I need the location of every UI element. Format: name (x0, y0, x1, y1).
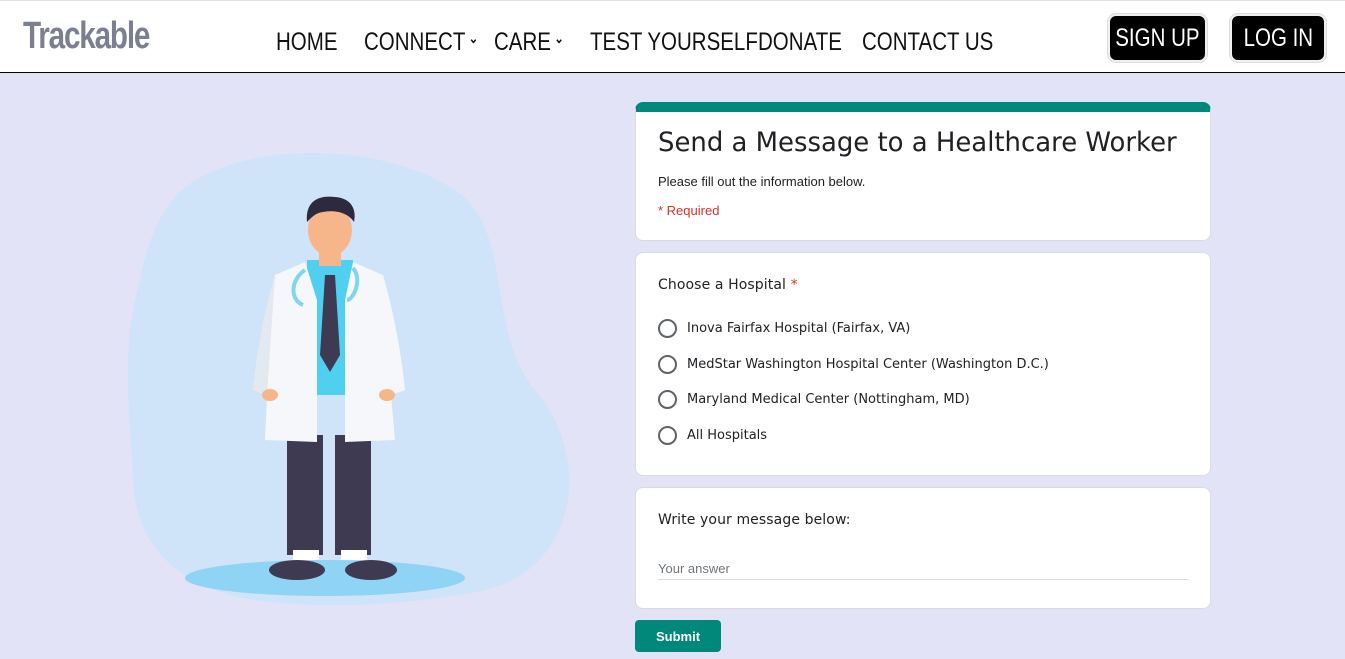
top-navbar: Trackable HOME CONNECT ⌄ CARE ⌄ TEST YOURS… (0, 0, 1345, 73)
hospital-option[interactable]: MedStar Washington Hospital Center (Wash… (658, 355, 1049, 374)
hospital-question-label: Choose a Hospital * (658, 277, 798, 293)
required-star: * (790, 277, 798, 293)
hospital-option[interactable]: Inova Fairfax Hospital (Fairfax, VA) (658, 319, 910, 338)
form-title: Send a Message to a Healthcare Worker (658, 127, 1177, 158)
hospital-option-label: Inova Fairfax Hospital (Fairfax, VA) (687, 321, 911, 336)
nav-contact-us-label: CONTACT US (862, 28, 994, 56)
hospital-option-label: MedStar Washington Hospital Center (Wash… (687, 357, 1049, 372)
chevron-down-icon: ⌄ (554, 30, 564, 46)
left-shoe (269, 560, 325, 580)
doctor-illustration (127, 152, 570, 606)
message-question-card: Write your message below: (635, 487, 1211, 609)
nav-home[interactable]: HOME (276, 25, 338, 59)
hospital-option[interactable]: Maryland Medical Center (Nottingham, MD) (658, 390, 970, 409)
submit-button[interactable]: Submit (635, 620, 721, 652)
nav-connect[interactable]: CONNECT ⌄ (364, 25, 478, 59)
floor-shadow (185, 560, 465, 596)
nav-donate-label: DONATE (758, 28, 842, 56)
log-in-label: LOG IN (1243, 23, 1313, 52)
nav-care-label: CARE (494, 28, 551, 56)
hospital-question-text: Choose a Hospital (658, 277, 786, 293)
right-sock (341, 550, 367, 560)
nav-connect-label: CONNECT (364, 28, 466, 56)
chevron-down-icon: ⌄ (468, 30, 479, 46)
hospital-option[interactable]: All Hospitals (658, 426, 767, 445)
nav-test-yourself-label: TEST YOURSELF (590, 28, 758, 56)
radio-button[interactable] (658, 426, 677, 445)
message-question-label: Write your message below: (658, 512, 851, 528)
form-description: Please fill out the information below. (658, 174, 866, 189)
nav-home-label: HOME (276, 28, 338, 56)
left-leg (287, 435, 323, 555)
hospital-option-label: All Hospitals (687, 428, 768, 443)
sign-up-label: SIGN UP (1115, 23, 1200, 52)
nav-test-yourself[interactable]: TEST YOURSELF (590, 25, 758, 59)
radio-button[interactable] (658, 319, 677, 338)
left-sock (293, 550, 319, 560)
hospital-question-card: Choose a Hospital * Inova Fairfax Hospit… (635, 252, 1211, 476)
right-shoe (345, 560, 397, 580)
required-note: * Required (658, 203, 720, 218)
radio-button[interactable] (658, 390, 677, 409)
right-leg (335, 435, 371, 555)
sign-up-button[interactable]: SIGN UP (1108, 14, 1207, 62)
log-in-button[interactable]: LOG IN (1230, 14, 1326, 62)
site-logo[interactable]: Trackable (23, 15, 150, 58)
nav-care[interactable]: CARE ⌄ (494, 25, 564, 59)
nav-contact-us[interactable]: CONTACT US (862, 25, 993, 59)
nav-donate[interactable]: DONATE (758, 25, 842, 59)
form-header-card: Send a Message to a Healthcare Worker Pl… (635, 102, 1211, 241)
message-answer-input[interactable] (658, 558, 1189, 580)
radio-button[interactable] (658, 355, 677, 374)
hospital-option-label: Maryland Medical Center (Nottingham, MD) (687, 392, 970, 407)
